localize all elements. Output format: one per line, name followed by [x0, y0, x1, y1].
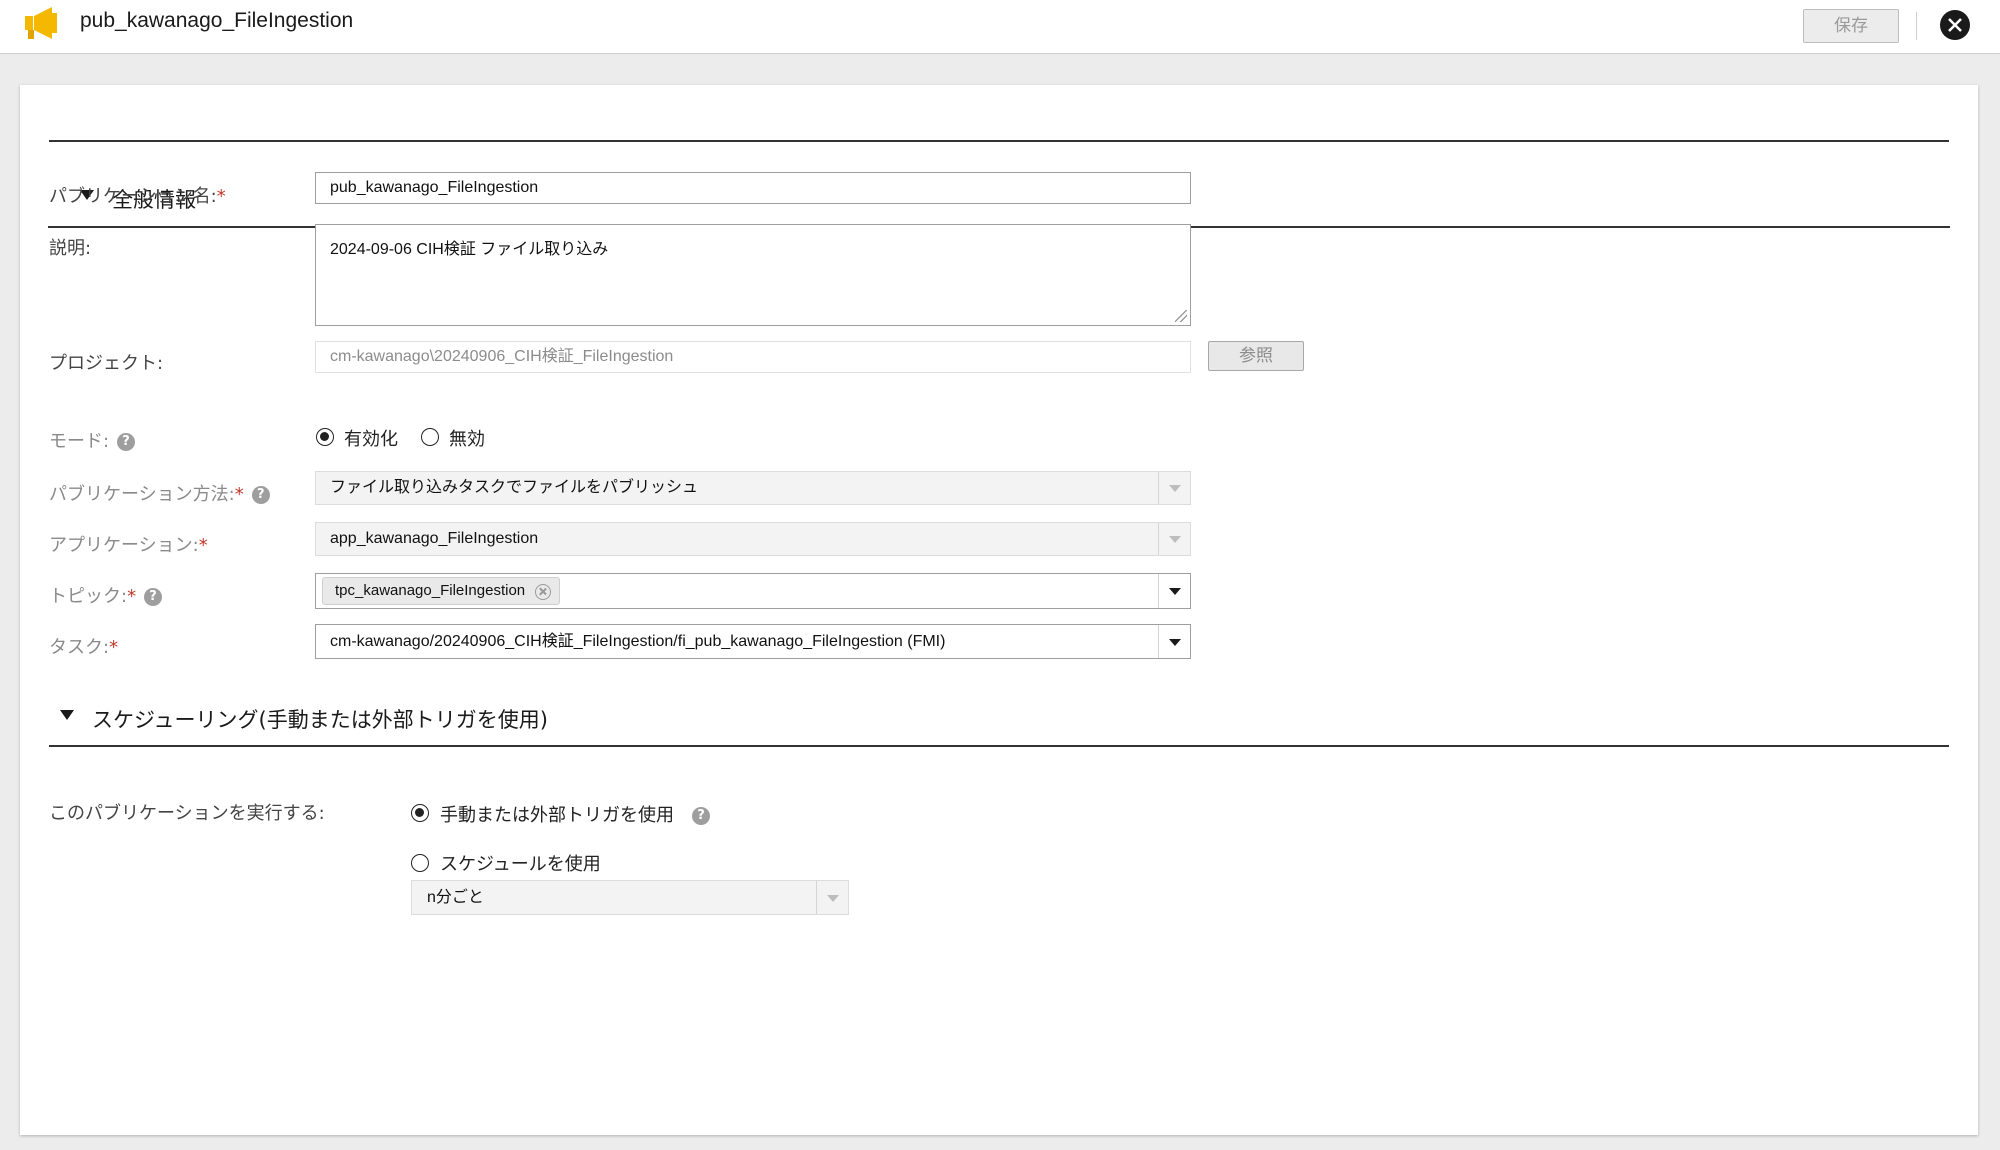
- publication-name-label: パブリケーション名:*: [49, 182, 226, 208]
- close-button[interactable]: [1940, 10, 1970, 40]
- schedule-value: n分ごと: [427, 889, 484, 906]
- publication-method-select[interactable]: ファイル取り込みタスクでファイルをパブリッシュ: [315, 471, 1191, 505]
- header-divider: [1916, 12, 1917, 40]
- browse-button[interactable]: 参照: [1208, 341, 1304, 371]
- help-icon[interactable]: ?: [117, 433, 136, 451]
- topic-label: トピック:*?: [49, 582, 163, 608]
- application-select[interactable]: app_kawanago_FileIngestion: [315, 522, 1191, 556]
- required-mark: *: [234, 484, 244, 505]
- mode-disabled-radio[interactable]: [421, 428, 439, 446]
- general-section-divider: [49, 140, 1949, 142]
- header-bar: pub_kawanago_FileIngestion 保存: [0, 0, 2000, 54]
- chevron-down-icon: [1169, 485, 1181, 492]
- topic-label-text: トピック:: [49, 586, 128, 607]
- megaphone-icon: [22, 4, 64, 44]
- publication-method-value: ファイル取り込みタスクでファイルをパブリッシュ: [330, 479, 699, 496]
- publication-name-label-text: パブリケーション名:: [49, 186, 217, 207]
- save-button[interactable]: 保存: [1803, 9, 1899, 43]
- help-icon[interactable]: ?: [692, 807, 710, 825]
- manual-trigger-radio[interactable]: [411, 804, 429, 822]
- required-mark: *: [198, 535, 208, 556]
- mode-label-text: モード:: [49, 431, 110, 452]
- dropdown-button[interactable]: [1158, 574, 1190, 608]
- required-mark: *: [216, 186, 226, 207]
- project-input: cm-kawanago\20240906_CIH検証_FileIngestion: [315, 341, 1191, 373]
- collapse-triangle-icon: [60, 710, 74, 720]
- topic-chip-label: tpc_kawanago_FileIngestion: [335, 582, 526, 599]
- required-mark: *: [127, 586, 137, 607]
- chevron-down-icon: [1169, 588, 1181, 595]
- chevron-down-icon: [1169, 638, 1181, 646]
- scheduling-section-toggle[interactable]: スケジューリング(手動または外部トリガを使用): [60, 695, 1940, 745]
- required-mark: *: [109, 637, 119, 658]
- schedule-select[interactable]: n分ごと: [411, 880, 849, 915]
- close-icon: [1948, 18, 1962, 32]
- application-label-text: アプリケーション:: [49, 535, 199, 556]
- use-schedule-radio[interactable]: [411, 854, 429, 872]
- run-publication-label: このパブリケーションを実行する:: [49, 803, 325, 824]
- task-label-text: タスク:: [49, 637, 110, 658]
- dropdown-button[interactable]: [1158, 625, 1190, 658]
- chevron-down-icon: [1169, 536, 1181, 543]
- application-value: app_kawanago_FileIngestion: [330, 530, 539, 547]
- scheduling-section-divider: [49, 745, 1949, 747]
- dropdown-button[interactable]: [1158, 472, 1190, 504]
- publication-method-label-text: パブリケーション方法:: [49, 484, 235, 505]
- use-schedule-label: スケジュールを使用: [440, 854, 601, 875]
- publication-method-label: パブリケーション方法:*?: [49, 480, 270, 506]
- mode-label: モード:?: [49, 427, 136, 453]
- manual-trigger-label-text: 手動または外部トリガを使用: [440, 805, 674, 826]
- mode-enabled-label: 有効化: [344, 429, 398, 450]
- remove-chip-icon[interactable]: [535, 584, 552, 600]
- help-icon[interactable]: ?: [144, 588, 163, 606]
- dropdown-button[interactable]: [816, 881, 848, 914]
- topic-chip: tpc_kawanago_FileIngestion: [322, 577, 561, 605]
- publication-name-input[interactable]: pub_kawanago_FileIngestion: [315, 172, 1191, 204]
- task-select[interactable]: cm-kawanago/20240906_CIH検証_FileIngestion…: [315, 624, 1191, 659]
- chevron-down-icon: [827, 894, 839, 902]
- manual-trigger-label: 手動または外部トリガを使用?: [440, 801, 710, 827]
- page-title: pub_kawanago_FileIngestion: [80, 9, 354, 32]
- description-text: 2024-09-06 CIH検証 ファイル取り込み: [330, 241, 609, 258]
- mode-disabled-label: 無効: [449, 429, 485, 450]
- scheduling-section-title: スケジューリング(手動または外部トリガを使用): [92, 708, 548, 732]
- topic-multiselect[interactable]: tpc_kawanago_FileIngestion: [315, 573, 1191, 609]
- description-label: 説明:: [49, 238, 92, 259]
- task-label: タスク:*: [49, 633, 118, 659]
- help-icon[interactable]: ?: [251, 486, 270, 504]
- description-textarea[interactable]: 2024-09-06 CIH検証 ファイル取り込み: [315, 224, 1191, 326]
- project-label: プロジェクト:: [49, 353, 164, 374]
- task-value: cm-kawanago/20240906_CIH検証_FileIngestion…: [330, 633, 946, 650]
- mode-enabled-radio[interactable]: [316, 428, 334, 446]
- resize-handle-icon[interactable]: [1175, 310, 1187, 322]
- application-label: アプリケーション:*: [49, 531, 208, 557]
- dropdown-button[interactable]: [1158, 523, 1190, 555]
